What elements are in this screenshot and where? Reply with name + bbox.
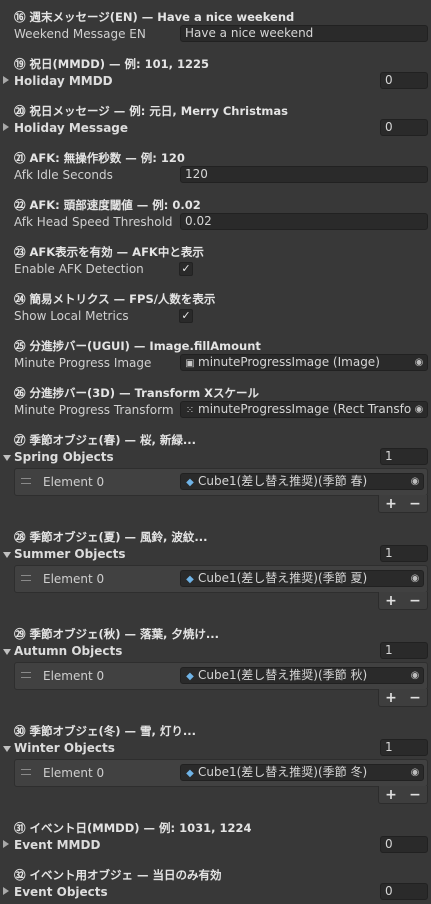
cube-icon: ◆ — [186, 768, 194, 779]
section-header: ㉙ 季節オブジェ(秋) — 落葉, 夕焼け... — [14, 627, 219, 641]
section-header: ㉓ AFK表示を有効 — AFK中と表示 — [14, 245, 204, 259]
element-label: Element 0 — [43, 669, 105, 683]
section-header: ㉒ AFK: 頭部速度閾値 — 例: 0.02 — [14, 198, 201, 212]
section-header: ㉔ 簡易メトリクス — FPS/人数を表示 — [14, 292, 216, 306]
section-header: ㉕ 分進捗バー(UGUI) — Image.fillAmount — [14, 339, 261, 353]
spring-size-input[interactable]: 1 — [380, 448, 428, 465]
section-header: ⑳ 祝日メッセージ — 例: 元日, Merry Christmas — [14, 104, 289, 118]
minute-progress-transform-field[interactable]: ⁙ minuteProgressImage (Rect Transform) ◉ — [180, 401, 428, 418]
rect-transform-icon: ⁙ — [185, 405, 195, 416]
field-label: Afk Idle Seconds — [14, 168, 113, 182]
field-label: Holiday MMDD — [14, 74, 113, 88]
object-picker-icon[interactable]: ◉ — [411, 355, 427, 370]
cube-icon: ◆ — [186, 477, 194, 488]
foldout-arrow-icon[interactable] — [3, 840, 9, 848]
remove-element-button[interactable]: − — [405, 787, 425, 803]
add-element-button[interactable]: + — [381, 690, 401, 706]
drag-handle-icon[interactable] — [21, 672, 31, 678]
object-value: minuteProgressImage (Image) — [198, 355, 380, 369]
field-label: Afk Head Speed Threshold — [14, 215, 173, 229]
minute-progress-image-field[interactable]: ▣ minuteProgressImage (Image) ◉ — [180, 354, 428, 371]
object-value: Cube1(差し替え推奨)(季節 冬) — [198, 765, 368, 779]
drag-handle-icon[interactable] — [21, 769, 31, 775]
add-element-button[interactable]: + — [381, 593, 401, 609]
add-element-button[interactable]: + — [381, 496, 401, 512]
object-value: Cube1(差し替え推奨)(季節 春) — [198, 474, 368, 488]
section-header: ㉑ AFK: 無操作秒数 — 例: 120 — [14, 151, 185, 165]
object-value: Cube1(差し替え推奨)(季節 夏) — [198, 571, 368, 585]
section-header: ㉜ イベント用オブジェ — 当日のみ有効 — [14, 868, 222, 882]
field-label: Summer Objects — [14, 547, 126, 561]
section-header: ⑲ 祝日(MMDD) — 例: 101, 1225 — [14, 57, 209, 71]
drag-handle-icon[interactable] — [21, 575, 31, 581]
object-value: minuteProgressImage (Rect Transform) — [198, 402, 428, 416]
summer-size-input[interactable]: 1 — [380, 545, 428, 562]
field-label: Autumn Objects — [14, 644, 123, 658]
field-label: Minute Progress Transform — [14, 403, 174, 417]
element-label: Element 0 — [43, 572, 105, 586]
winter-element-0-field[interactable]: ◆ Cube1(差し替え推奨)(季節 冬) ◉ — [180, 764, 424, 781]
foldout-arrow-icon[interactable] — [3, 76, 9, 84]
foldout-arrow-icon[interactable] — [3, 123, 9, 131]
event-objects-size-input[interactable]: 0 — [380, 883, 428, 900]
holiday-mmdd-size-input[interactable]: 0 — [380, 72, 428, 89]
foldout-arrow-icon[interactable] — [3, 746, 11, 752]
drag-handle-icon[interactable] — [21, 478, 31, 484]
summer-element-0-field[interactable]: ◆ Cube1(差し替え推奨)(季節 夏) ◉ — [180, 570, 424, 587]
afk-idle-seconds-input[interactable]: 120 — [180, 166, 428, 183]
section-header: ⑯ 週末メッセージ(EN) — Have a nice weekend — [14, 10, 295, 24]
field-label: Event Objects — [14, 885, 108, 899]
field-label: Event MMDD — [14, 838, 101, 852]
foldout-arrow-icon[interactable] — [3, 887, 9, 895]
show-metrics-checkbox[interactable]: ✓ — [179, 309, 193, 323]
field-label: Winter Objects — [14, 741, 115, 755]
autumn-size-input[interactable]: 1 — [380, 642, 428, 659]
autumn-element-0-field[interactable]: ◆ Cube1(差し替え推奨)(季節 秋) ◉ — [180, 667, 424, 684]
enable-afk-checkbox[interactable]: ✓ — [179, 262, 193, 276]
cube-icon: ◆ — [186, 671, 194, 682]
object-picker-icon[interactable]: ◉ — [411, 402, 427, 417]
field-label: Spring Objects — [14, 450, 114, 464]
cube-icon: ◆ — [186, 574, 194, 585]
list-add-remove: + − — [378, 592, 428, 610]
section-header: ㉛ イベント日(MMDD) — 例: 1031, 1224 — [14, 821, 252, 835]
holiday-message-size-input[interactable]: 0 — [380, 119, 428, 136]
section-header: ㉗ 季節オブジェ(春) — 桜, 新緑... — [14, 433, 196, 447]
foldout-arrow-icon[interactable] — [3, 455, 11, 461]
add-element-button[interactable]: + — [381, 787, 401, 803]
winter-size-input[interactable]: 1 — [380, 739, 428, 756]
remove-element-button[interactable]: − — [405, 496, 425, 512]
field-label: Minute Progress Image — [14, 356, 152, 370]
field-label: Weekend Message EN — [14, 27, 146, 41]
remove-element-button[interactable]: − — [405, 690, 425, 706]
section-header: ㉖ 分進捗バー(3D) — Transform Xスケール — [14, 386, 260, 400]
afk-head-speed-input[interactable]: 0.02 — [180, 213, 428, 230]
element-label: Element 0 — [43, 475, 105, 489]
section-header: ㉚ 季節オブジェ(冬) — 雪, 灯り... — [14, 724, 196, 738]
foldout-arrow-icon[interactable] — [3, 649, 11, 655]
field-label: Enable AFK Detection — [14, 262, 144, 276]
summer-list: Element 0 ◆ Cube1(差し替え推奨)(季節 夏) ◉ — [14, 565, 428, 593]
list-add-remove: + − — [378, 689, 428, 707]
list-add-remove: + − — [378, 786, 428, 804]
spring-list: Element 0 ◆ Cube1(差し替え推奨)(季節 春) ◉ — [14, 468, 428, 496]
section-header: ㉘ 季節オブジェ(夏) — 風鈴, 波紋... — [14, 530, 208, 544]
object-picker-icon[interactable]: ◉ — [407, 571, 423, 586]
object-picker-icon[interactable]: ◉ — [407, 474, 423, 489]
list-add-remove: + − — [378, 495, 428, 513]
autumn-list: Element 0 ◆ Cube1(差し替え推奨)(季節 秋) ◉ — [14, 662, 428, 690]
field-label: Show Local Metrics — [14, 309, 129, 323]
image-icon: ▣ — [185, 358, 195, 369]
object-picker-icon[interactable]: ◉ — [407, 765, 423, 780]
foldout-arrow-icon[interactable] — [3, 552, 11, 558]
spring-element-0-field[interactable]: ◆ Cube1(差し替え推奨)(季節 春) ◉ — [180, 473, 424, 490]
winter-list: Element 0 ◆ Cube1(差し替え推奨)(季節 冬) ◉ — [14, 759, 428, 787]
object-picker-icon[interactable]: ◉ — [407, 668, 423, 683]
element-label: Element 0 — [43, 766, 105, 780]
event-mmdd-size-input[interactable]: 0 — [380, 836, 428, 853]
remove-element-button[interactable]: − — [405, 593, 425, 609]
weekend-message-input[interactable]: Have a nice weekend — [180, 25, 428, 42]
field-label: Holiday Message — [14, 121, 129, 135]
object-value: Cube1(差し替え推奨)(季節 秋) — [198, 668, 368, 682]
